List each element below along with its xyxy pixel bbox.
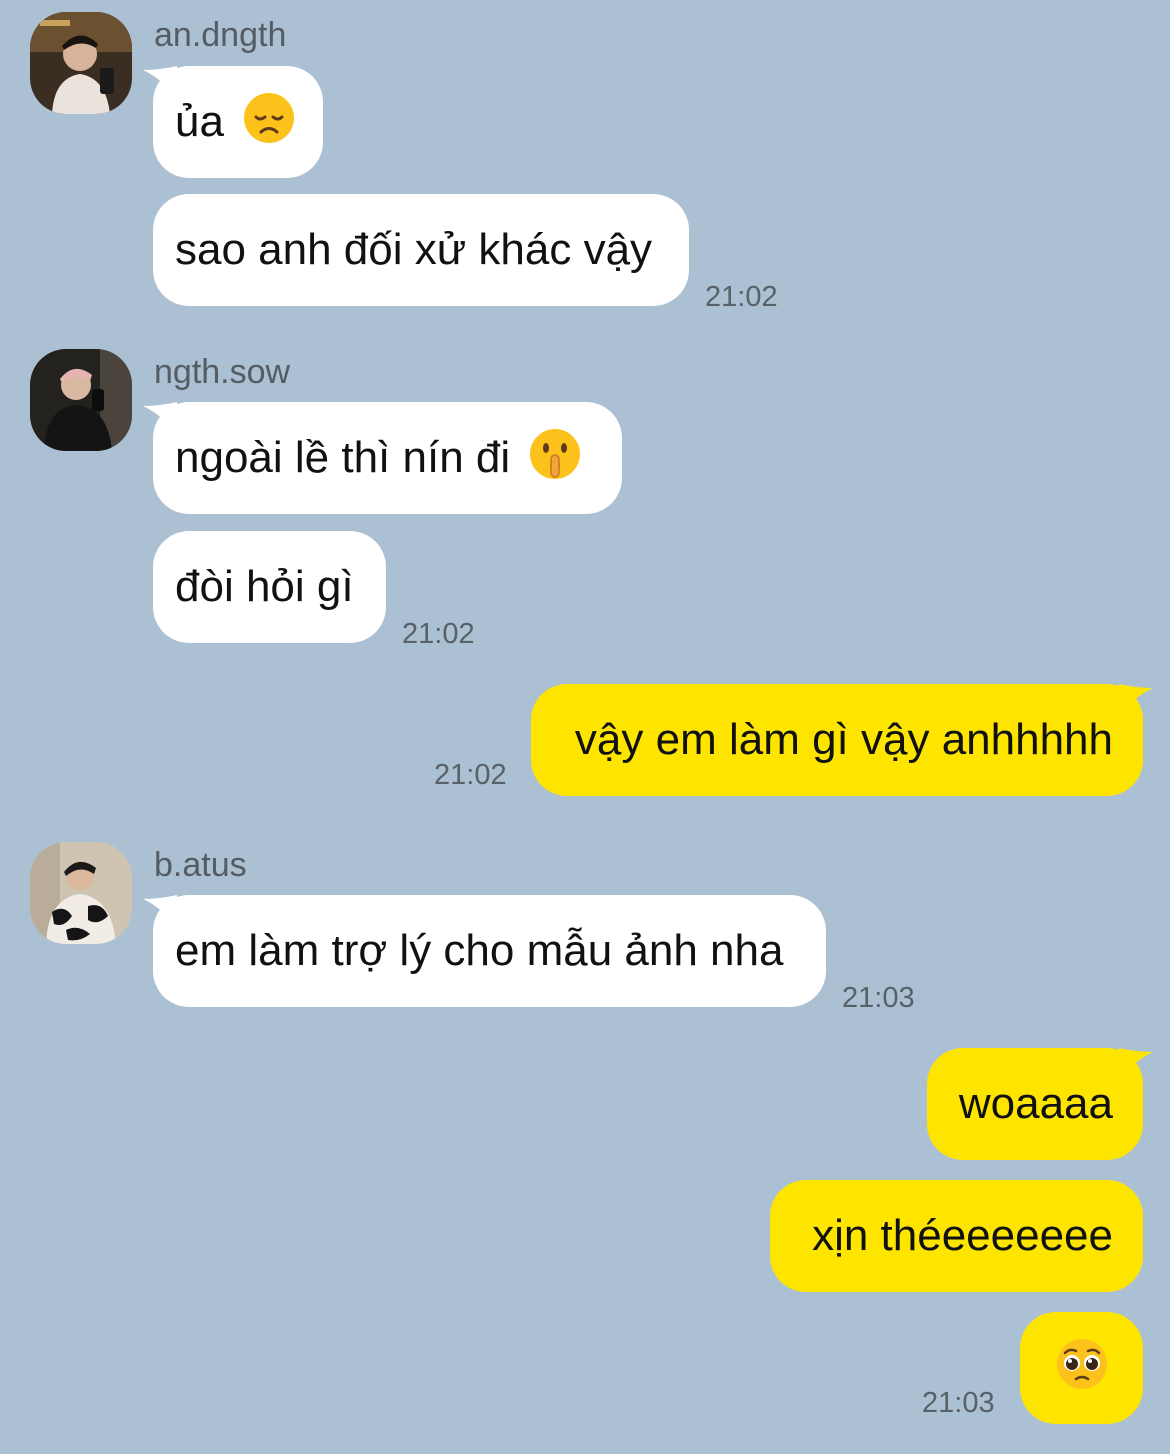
avatar-b-atus[interactable]: [30, 842, 132, 944]
pleading-face-emoji-icon: [1055, 1337, 1109, 1399]
message-text: vậy em làm gì vậy anhhhhh: [574, 715, 1113, 764]
message-text: sao anh đối xử khác vậy: [175, 225, 653, 274]
message-bubble[interactable]: đòi hỏi gì: [153, 531, 386, 643]
message-timestamp: 21:02: [402, 618, 475, 650]
sender-name: an.dngth: [154, 16, 287, 54]
message-text: ngoài lề thì nín đi: [175, 433, 511, 482]
message-bubble-outgoing[interactable]: [1020, 1312, 1143, 1424]
message-text: đòi hỏi gì: [175, 562, 354, 611]
message-text: ủa: [175, 97, 224, 146]
avatar-ngth-sow[interactable]: [30, 349, 132, 451]
message-bubble[interactable]: ủa: [143, 66, 323, 178]
message-bubble-outgoing[interactable]: xịn théeeeeeee: [770, 1180, 1143, 1292]
message-text: woaaaa: [958, 1079, 1113, 1128]
message-text: em làm trợ lý cho mẫu ảnh nha: [175, 926, 784, 975]
message-bubble-outgoing[interactable]: vậy em làm gì vậy anhhhhh: [531, 684, 1153, 796]
message-timestamp: 21:03: [842, 982, 915, 1014]
message-text: xịn théeeeeeee: [812, 1211, 1113, 1260]
message-bubble-outgoing[interactable]: woaaaa: [927, 1048, 1153, 1160]
avatar-an-dngth[interactable]: [30, 12, 132, 114]
message-timestamp: 21:02: [705, 281, 778, 313]
bubble-tail: [143, 402, 177, 432]
disappointed-face-emoji-icon: [242, 91, 296, 153]
message-bubble[interactable]: sao anh đối xử khác vậy: [153, 194, 689, 306]
bubble-tail: [1119, 1048, 1153, 1078]
sender-name: b.atus: [154, 846, 247, 884]
message-timestamp: 21:02: [434, 759, 507, 791]
message-bubble[interactable]: ngoài lề thì nín đi: [143, 402, 622, 514]
bubble-tail: [1119, 684, 1153, 714]
bubble-tail: [143, 66, 177, 96]
message-timestamp: 21:03: [922, 1387, 995, 1419]
message-bubble[interactable]: em làm trợ lý cho mẫu ảnh nha: [143, 895, 826, 1007]
sender-name: ngth.sow: [154, 353, 291, 391]
bubble-tail: [143, 895, 177, 925]
shushing-face-emoji-icon: [528, 427, 582, 489]
